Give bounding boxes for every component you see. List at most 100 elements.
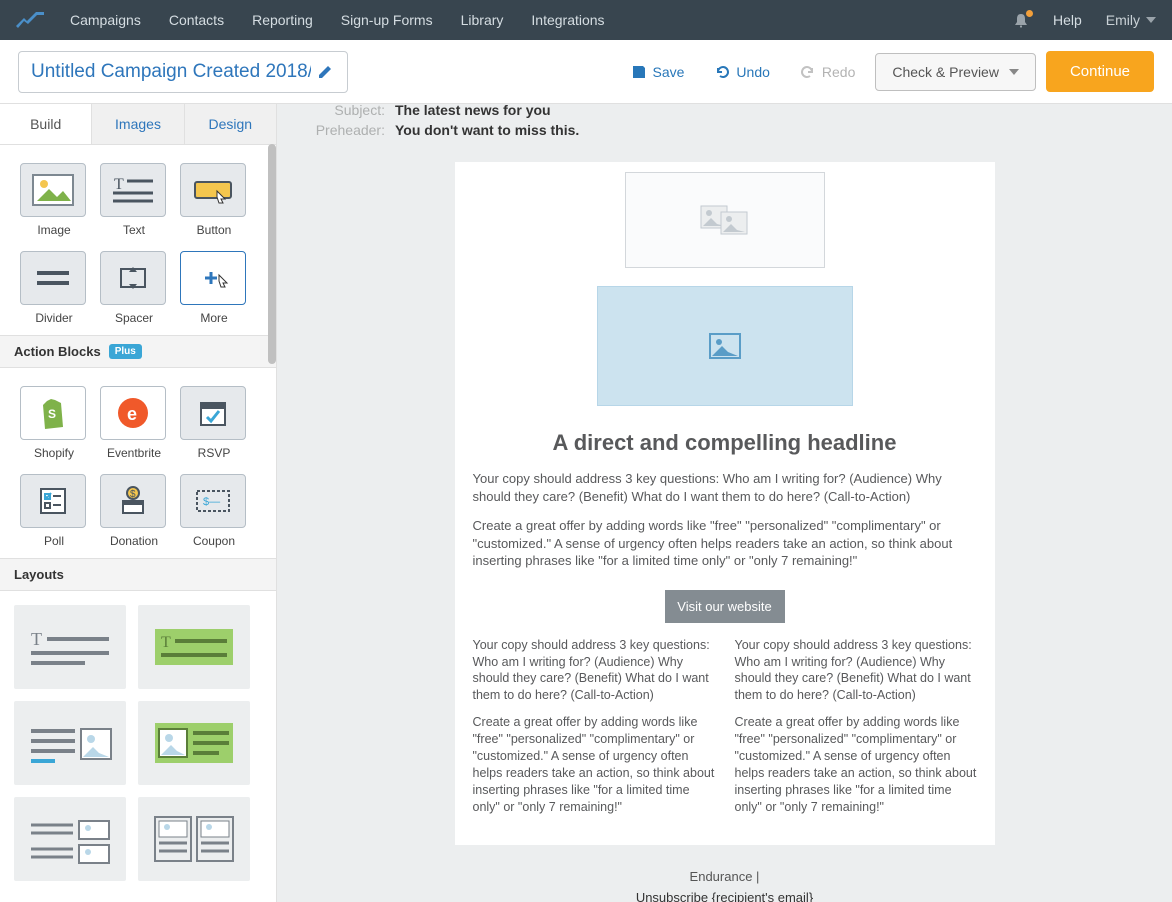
unsubscribe-link[interactable]: Unsubscribe {recipient's email} (636, 890, 813, 902)
undo-button[interactable]: Undo (704, 58, 779, 86)
redo-icon (800, 64, 816, 80)
nav-library[interactable]: Library (461, 12, 504, 28)
layouts-title: Layouts (14, 567, 64, 582)
undo-label: Undo (736, 64, 769, 80)
layout-6[interactable] (138, 797, 250, 881)
check-preview-label: Check & Preview (892, 64, 999, 80)
plus-badge: Plus (109, 344, 142, 359)
email-cta-button[interactable]: Visit our website (665, 590, 785, 623)
footer-pipe: | (752, 869, 759, 884)
block-shopify[interactable]: S Shopify (20, 386, 88, 460)
poll-icon (35, 483, 71, 519)
block-rsvp[interactable]: RSVP (180, 386, 248, 460)
block-spacer-label: Spacer (100, 311, 168, 325)
nav-campaigns[interactable]: Campaigns (70, 12, 141, 28)
layout-1[interactable]: T (14, 605, 126, 689)
chevron-down-icon (1009, 69, 1019, 75)
block-poll[interactable]: Poll (20, 474, 88, 548)
campaign-title-field[interactable] (18, 51, 348, 93)
svg-text:e: e (127, 404, 137, 424)
layouts-header: Layouts (0, 558, 276, 591)
svg-text:$—: $— (203, 496, 220, 508)
nav-items: Campaigns Contacts Reporting Sign-up For… (70, 12, 1013, 28)
layout-2[interactable]: T (138, 605, 250, 689)
image-placeholder-hero[interactable] (597, 286, 853, 406)
email-body[interactable]: A direct and compelling headline Your co… (455, 162, 995, 845)
block-poll-label: Poll (20, 534, 88, 548)
sidebar: Build Images Design Image T Text Button (0, 104, 277, 902)
nav-integrations[interactable]: Integrations (531, 12, 604, 28)
footer-company: Endurance (690, 869, 753, 884)
save-label: Save (653, 64, 685, 80)
block-button[interactable]: Button (180, 163, 248, 237)
block-image[interactable]: Image (20, 163, 88, 237)
toolbar: Save Undo Redo Check & Preview Continue (0, 40, 1172, 104)
tab-images[interactable]: Images (91, 104, 183, 144)
top-nav: Campaigns Contacts Reporting Sign-up For… (0, 0, 1172, 40)
pencil-icon[interactable] (317, 64, 333, 80)
subject-label: Subject: (301, 104, 385, 118)
nav-signup-forms[interactable]: Sign-up Forms (341, 12, 433, 28)
save-button[interactable]: Save (621, 58, 695, 86)
email-headline[interactable]: A direct and compelling headline (455, 430, 995, 456)
image-placeholder-logo[interactable] (625, 172, 825, 268)
rsvp-icon (195, 395, 231, 431)
block-more[interactable]: More (180, 251, 248, 325)
block-coupon-label: Coupon (180, 534, 248, 548)
user-menu[interactable]: Emily (1106, 12, 1156, 28)
block-donation[interactable]: $ Donation (100, 474, 168, 548)
svg-text:T: T (31, 629, 42, 649)
block-rsvp-label: RSVP (180, 446, 248, 460)
more-icon (191, 261, 235, 295)
layout-5[interactable] (14, 797, 126, 881)
block-shopify-label: Shopify (20, 446, 88, 460)
undo-icon (714, 64, 730, 80)
email-col-left[interactable]: Your copy should address 3 key questions… (473, 637, 715, 826)
block-text[interactable]: T Text (100, 163, 168, 237)
tab-build[interactable]: Build (0, 104, 91, 144)
campaign-title-input[interactable] (31, 61, 311, 83)
nav-contacts[interactable]: Contacts (169, 12, 224, 28)
layout-4[interactable] (138, 701, 250, 785)
placeholder-image-icon (695, 200, 755, 240)
block-eventbrite[interactable]: e Eventbrite (100, 386, 168, 460)
block-image-label: Image (20, 223, 88, 237)
block-divider[interactable]: Divider (20, 251, 88, 325)
action-blocks-header: Action Blocks Plus (0, 335, 276, 368)
coupon-icon: $— (193, 485, 233, 517)
user-name: Emily (1106, 12, 1140, 28)
email-paragraph-1[interactable]: Your copy should address 3 key questions… (455, 470, 995, 517)
spacer-icon (111, 261, 155, 295)
email-meta: Subject: The latest news for you Prehead… (277, 104, 1172, 152)
shopify-icon: S (35, 395, 71, 431)
svg-text:S: S (48, 407, 56, 421)
action-blocks-title: Action Blocks (14, 344, 101, 359)
preheader-label: Preheader: (301, 122, 385, 138)
redo-label: Redo (822, 64, 855, 80)
nav-reporting[interactable]: Reporting (252, 12, 313, 28)
col-left-p1: Your copy should address 3 key questions… (473, 637, 715, 705)
placeholder-image-icon (708, 332, 742, 360)
layout-3[interactable] (14, 701, 126, 785)
check-preview-button[interactable]: Check & Preview (875, 53, 1036, 91)
subject-value[interactable]: The latest news for you (395, 104, 551, 118)
preheader-value[interactable]: You don't want to miss this. (395, 122, 579, 138)
email-col-right[interactable]: Your copy should address 3 key questions… (735, 637, 977, 826)
app-logo-icon[interactable] (16, 10, 46, 30)
scrollbar[interactable] (268, 144, 276, 364)
redo-button: Redo (790, 58, 865, 86)
chevron-down-icon (1146, 17, 1156, 23)
notifications-icon[interactable] (1013, 12, 1029, 28)
continue-button[interactable]: Continue (1046, 51, 1154, 92)
block-text-label: Text (100, 223, 168, 237)
block-button-label: Button (180, 223, 248, 237)
block-divider-label: Divider (20, 311, 88, 325)
block-coupon[interactable]: $— Coupon (180, 474, 248, 548)
block-donation-label: Donation (100, 534, 168, 548)
nav-help[interactable]: Help (1053, 12, 1082, 28)
block-spacer[interactable]: Spacer (100, 251, 168, 325)
email-paragraph-2[interactable]: Create a great offer by adding words lik… (455, 517, 995, 582)
image-icon (31, 173, 75, 207)
email-footer: Endurance | Unsubscribe {recipient's ema… (277, 845, 1172, 902)
tab-design[interactable]: Design (184, 104, 276, 144)
